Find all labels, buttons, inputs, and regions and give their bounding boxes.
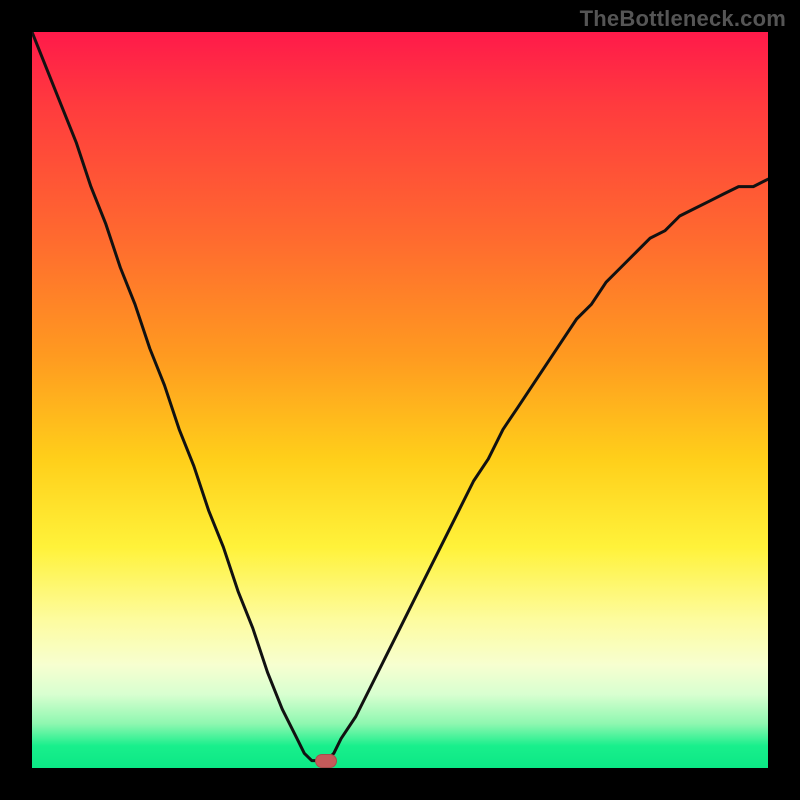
watermark-text: TheBottleneck.com <box>580 6 786 32</box>
bottleneck-curve <box>32 32 768 768</box>
plot-area <box>32 32 768 768</box>
optimum-marker <box>315 754 337 768</box>
chart-frame: TheBottleneck.com <box>0 0 800 800</box>
